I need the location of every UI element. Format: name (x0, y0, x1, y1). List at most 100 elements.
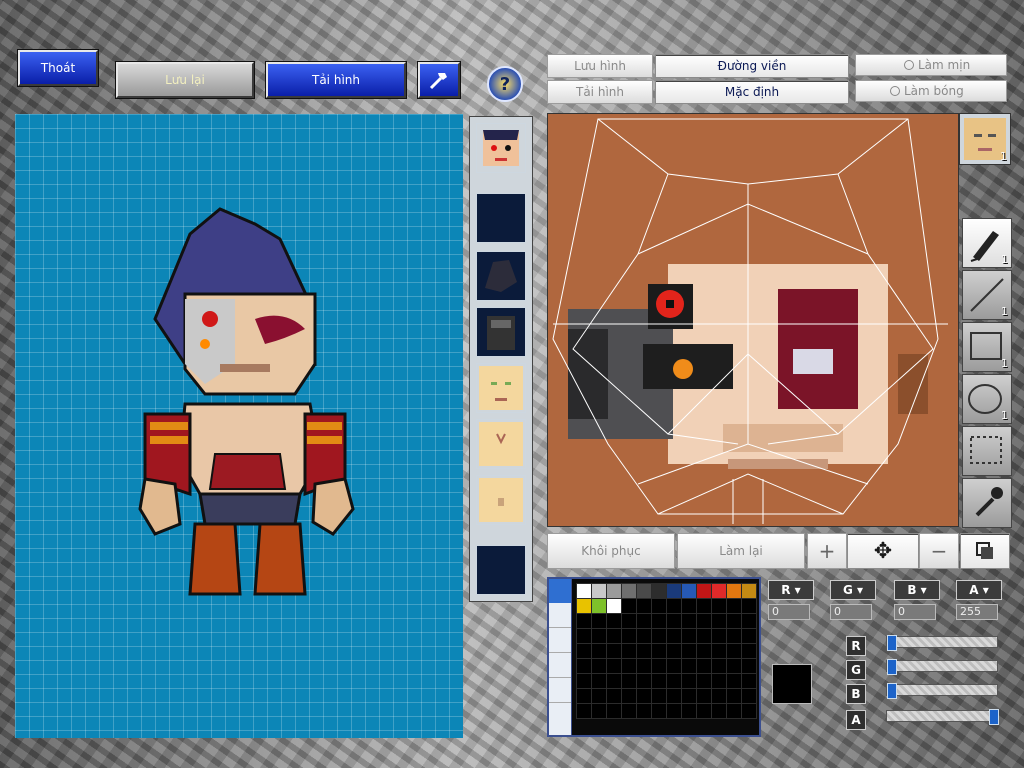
outline-button[interactable]: Đường viền (655, 54, 849, 78)
palette-swatch[interactable] (621, 613, 637, 629)
palette-swatch[interactable] (696, 643, 712, 659)
palette-swatch[interactable] (606, 613, 622, 629)
palette-swatch[interactable] (636, 613, 652, 629)
palette-swatch[interactable] (726, 658, 742, 674)
palette-swatch[interactable] (651, 673, 667, 689)
palette-swatch[interactable] (576, 673, 592, 689)
palette-swatch[interactable] (591, 613, 607, 629)
palette-swatch[interactable] (741, 658, 757, 674)
palette-swatch[interactable] (681, 628, 697, 644)
palette-tab-5[interactable] (549, 678, 571, 703)
palette-swatch[interactable] (711, 703, 727, 719)
palette-swatch[interactable] (576, 658, 592, 674)
palette-swatch[interactable] (711, 628, 727, 644)
palette-swatch[interactable] (651, 658, 667, 674)
palette-swatch[interactable] (696, 703, 712, 719)
palette-swatch[interactable] (621, 703, 637, 719)
palette-swatch[interactable] (591, 628, 607, 644)
palette-swatch[interactable] (681, 598, 697, 614)
zoom-out-button[interactable]: − (919, 533, 959, 569)
palette-swatch[interactable] (621, 673, 637, 689)
palette-swatch[interactable] (651, 643, 667, 659)
palette-swatch[interactable] (681, 613, 697, 629)
r-value-input[interactable]: 0 (768, 604, 810, 620)
palette-swatch[interactable] (726, 598, 742, 614)
restore-button[interactable]: Khôi phục (547, 533, 675, 569)
palette-swatch[interactable] (711, 658, 727, 674)
palette-swatch[interactable] (591, 703, 607, 719)
palette-swatch[interactable] (621, 643, 637, 659)
smooth-option[interactable]: Làm mịn (855, 54, 1007, 76)
palette-swatch[interactable] (636, 583, 652, 599)
part-slot-face-thumbnail[interactable] (476, 123, 526, 173)
part-slot-face-1[interactable] (476, 363, 526, 413)
part-slot-hair[interactable] (476, 251, 526, 301)
palette-swatch[interactable] (666, 673, 682, 689)
palette-swatch[interactable] (681, 673, 697, 689)
palette-swatch[interactable] (576, 643, 592, 659)
palette-swatch[interactable] (591, 598, 607, 614)
shade-option[interactable]: Làm bóng (855, 80, 1007, 102)
palette-swatch[interactable] (726, 673, 742, 689)
palette-swatch[interactable] (621, 628, 637, 644)
palette-swatch[interactable] (696, 598, 712, 614)
palette-swatch[interactable] (696, 628, 712, 644)
palette-swatch[interactable] (621, 658, 637, 674)
load-image-button[interactable]: Tải hình (547, 80, 653, 104)
palette-swatch[interactable] (711, 673, 727, 689)
palette-swatch[interactable] (666, 658, 682, 674)
palette-swatch[interactable] (606, 598, 622, 614)
palette-swatch[interactable] (711, 613, 727, 629)
palette-swatch[interactable] (681, 643, 697, 659)
palette-swatch[interactable] (741, 583, 757, 599)
palette-swatch[interactable] (696, 688, 712, 704)
pencil-tool[interactable]: 1 (962, 218, 1012, 268)
palette-swatch[interactable] (576, 583, 592, 599)
palette-swatch[interactable] (741, 703, 757, 719)
palette-swatch[interactable] (711, 598, 727, 614)
palette-swatch[interactable] (621, 688, 637, 704)
palette-swatch[interactable] (726, 583, 742, 599)
part-slot-face-2[interactable] (476, 419, 526, 469)
r-slider[interactable] (886, 635, 998, 651)
rectangle-tool[interactable]: 1 (962, 322, 1012, 372)
palette-swatch[interactable] (666, 598, 682, 614)
palette-swatch[interactable] (726, 643, 742, 659)
palette-swatch[interactable] (636, 673, 652, 689)
a-value-input[interactable]: 255 (956, 604, 998, 620)
palette-swatch[interactable] (666, 613, 682, 629)
ellipse-tool[interactable]: 1 (962, 374, 1012, 424)
redo-button[interactable]: Làm lại (677, 533, 805, 569)
palette-swatch[interactable] (651, 703, 667, 719)
part-slot-face-3[interactable] (476, 475, 526, 525)
palette-swatch[interactable] (606, 643, 622, 659)
palette-tab-3[interactable] (549, 628, 571, 653)
face-preview-thumb[interactable]: 1 (959, 113, 1011, 165)
palette-swatch[interactable] (741, 598, 757, 614)
palette-swatch[interactable] (651, 688, 667, 704)
palette-swatch[interactable] (636, 628, 652, 644)
b-slider-thumb[interactable] (887, 683, 897, 699)
palette-swatch[interactable] (606, 688, 622, 704)
palette-swatch[interactable] (666, 688, 682, 704)
palette-swatch[interactable] (651, 583, 667, 599)
palette-swatch[interactable] (636, 643, 652, 659)
palette-swatch[interactable] (591, 583, 607, 599)
palette-swatch[interactable] (591, 658, 607, 674)
palette-swatch[interactable] (606, 583, 622, 599)
palette-swatch[interactable] (576, 688, 592, 704)
eyedropper-tool[interactable] (962, 478, 1012, 528)
help-button[interactable]: ? (487, 66, 523, 102)
palette-swatch[interactable] (741, 628, 757, 644)
g-value-input[interactable]: 0 (830, 604, 872, 620)
palette-swatch[interactable] (741, 673, 757, 689)
r-slider-thumb[interactable] (887, 635, 897, 651)
palette-swatch[interactable] (726, 688, 742, 704)
part-slot-empty-2[interactable] (476, 545, 526, 595)
exit-button[interactable]: Thoát (18, 50, 98, 86)
part-slot-armor[interactable] (476, 307, 526, 357)
palette-swatch[interactable] (591, 643, 607, 659)
palette-swatch[interactable] (576, 703, 592, 719)
a-slider[interactable] (886, 709, 999, 725)
palette-swatch[interactable] (696, 658, 712, 674)
